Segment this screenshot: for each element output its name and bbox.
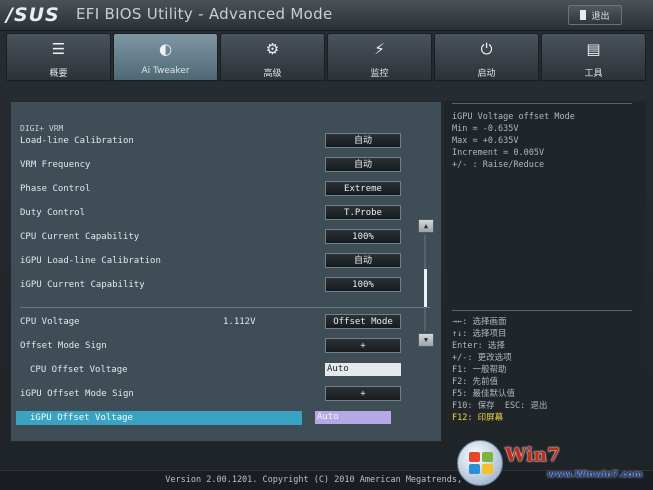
- setting-value-button[interactable]: 自动: [325, 253, 401, 268]
- setting-label: Load-line Calibration: [20, 136, 134, 146]
- setting-row-duty-control[interactable]: Duty Control T.Probe: [20, 205, 430, 223]
- tab-label: 监控: [370, 69, 389, 79]
- watermark-url: www.Winwin7.com: [547, 470, 643, 480]
- setting-label: CPU Offset Voltage: [30, 365, 128, 375]
- setting-row-cpu-voltage[interactable]: CPU Voltage 1.112V Offset Mode: [20, 314, 430, 332]
- asus-logo: /SUS: [6, 4, 60, 26]
- windows-flag-icon: [469, 452, 493, 474]
- setting-value-button[interactable]: +: [325, 338, 401, 353]
- igpu-offset-input[interactable]: Auto: [315, 411, 391, 424]
- tab-bar: ☰ 概要 ◐ Ai Tweaker ⚙ 高级 ⚡ 监控 ⏻ 启动 ▤ 工具: [6, 33, 646, 81]
- setting-row-igpu-offset-selected[interactable]: iGPU Offset Voltage: [16, 411, 302, 425]
- help-line: Increment = 0.005V: [452, 148, 545, 158]
- tab-label: 工具: [584, 69, 603, 79]
- tab-boot[interactable]: ⏻ 启动: [434, 33, 539, 81]
- help-line: Max = +0.635V: [452, 136, 519, 146]
- setting-label: iGPU Current Capability: [20, 280, 145, 290]
- exit-button[interactable]: 退出: [568, 5, 622, 25]
- app-title: EFI BIOS Utility - Advanced Mode: [76, 5, 333, 23]
- setting-label: iGPU Load-line Calibration: [20, 256, 161, 266]
- setting-row-cpu-offset[interactable]: CPU Offset Voltage Auto: [20, 362, 430, 380]
- advanced-icon: ⚙: [265, 40, 280, 58]
- keys-divider: [452, 310, 632, 311]
- watermark: Win7 www.Winwin7.com: [455, 438, 653, 490]
- help-line: Min = -0.635V: [452, 124, 519, 134]
- power-icon: ⏻: [480, 40, 493, 58]
- key-hint: F1: 一般帮助: [452, 365, 507, 375]
- setting-row-vrm-frequency[interactable]: VRM Frequency 自动: [20, 157, 430, 175]
- section-divider: [20, 307, 430, 308]
- scroll-up-button[interactable]: ▲: [418, 219, 434, 233]
- setting-label: iGPU Offset Voltage: [30, 413, 133, 423]
- key-hint: +/-: 更改选项: [452, 353, 512, 363]
- setting-label: iGPU Offset Mode Sign: [20, 389, 134, 399]
- tab-main[interactable]: ☰ 概要: [6, 33, 111, 81]
- setting-label: CPU Voltage: [20, 317, 80, 327]
- watermark-brand: Win7: [505, 444, 561, 466]
- setting-value-button[interactable]: 自动: [325, 133, 401, 148]
- key-hint: F10: 保存 ESC: 退出: [452, 401, 548, 411]
- setting-row-igpu-current[interactable]: iGPU Current Capability 100%: [20, 277, 430, 295]
- setting-value-button[interactable]: 100%: [325, 277, 401, 292]
- setting-row-igpu-sign[interactable]: iGPU Offset Mode Sign +: [20, 386, 430, 404]
- tool-icon: ▤: [586, 40, 601, 58]
- setting-value-button[interactable]: +: [325, 386, 401, 401]
- monitor-icon: ⚡: [374, 40, 385, 58]
- setting-row-llc[interactable]: Load-line Calibration 自动: [20, 133, 430, 151]
- key-hint-print-screen: F12: 印屏幕: [452, 413, 504, 423]
- title-bar: /SUS EFI BIOS Utility - Advanced Mode 退出: [0, 0, 653, 31]
- setting-value-button[interactable]: T.Probe: [325, 205, 401, 220]
- help-line: iGPU Voltage offset Mode: [452, 112, 575, 122]
- tab-monitor[interactable]: ⚡ 监控: [327, 33, 432, 81]
- setting-value-button[interactable]: 100%: [325, 229, 401, 244]
- list-icon: ☰: [51, 40, 66, 58]
- windows-logo-icon: [457, 440, 503, 486]
- key-hint: ↑↓: 选择项目: [452, 329, 507, 339]
- voltage-reading: 1.112V: [223, 317, 256, 327]
- section-title: DIGI+ VRM: [20, 124, 64, 133]
- panel-header-strip: [10, 82, 645, 101]
- scroll-down-button[interactable]: ▼: [418, 333, 434, 347]
- scrollbar[interactable]: ▲ ▼: [418, 219, 434, 349]
- tab-label: 高级: [263, 69, 282, 79]
- scroll-thumb[interactable]: [424, 269, 427, 307]
- setting-value-button[interactable]: 自动: [325, 157, 401, 172]
- tweaker-icon: ◐: [158, 40, 173, 58]
- key-hint: →←: 选择画面: [452, 317, 507, 327]
- exit-icon: [580, 10, 587, 20]
- key-hint: F5: 最佳默认值: [452, 389, 515, 399]
- tab-label: Ai Tweaker: [141, 66, 190, 76]
- setting-label: Offset Mode Sign: [20, 341, 107, 351]
- help-line: +/- : Raise/Reduce: [452, 160, 545, 170]
- key-hint: Enter: 选择: [452, 341, 505, 351]
- setting-label: Phase Control: [20, 184, 91, 194]
- setting-row-offset-sign[interactable]: Offset Mode Sign +: [20, 338, 430, 356]
- setting-row-phase-control[interactable]: Phase Control Extreme: [20, 181, 430, 199]
- setting-value-button[interactable]: Extreme: [325, 181, 401, 196]
- tab-advanced[interactable]: ⚙ 高级: [220, 33, 325, 81]
- tab-label: 启动: [477, 69, 496, 79]
- setting-row-cpu-current[interactable]: CPU Current Capability 100%: [20, 229, 430, 247]
- tab-label: 概要: [49, 69, 68, 79]
- help-divider: [452, 103, 632, 104]
- cpu-offset-input[interactable]: Auto: [325, 363, 401, 376]
- tab-ai-tweaker[interactable]: ◐ Ai Tweaker: [113, 33, 218, 81]
- tab-tool[interactable]: ▤ 工具: [541, 33, 646, 81]
- setting-label: Duty Control: [20, 208, 86, 218]
- key-hint: F2: 先前值: [452, 377, 498, 387]
- setting-row-igpu-llc[interactable]: iGPU Load-line Calibration 自动: [20, 253, 430, 271]
- setting-value-button[interactable]: Offset Mode: [325, 314, 401, 329]
- bios-screen: /SUS EFI BIOS Utility - Advanced Mode 退出…: [0, 0, 653, 490]
- setting-label: CPU Current Capability: [20, 232, 140, 242]
- setting-label: VRM Frequency: [20, 160, 91, 170]
- exit-label: 退出: [591, 11, 610, 22]
